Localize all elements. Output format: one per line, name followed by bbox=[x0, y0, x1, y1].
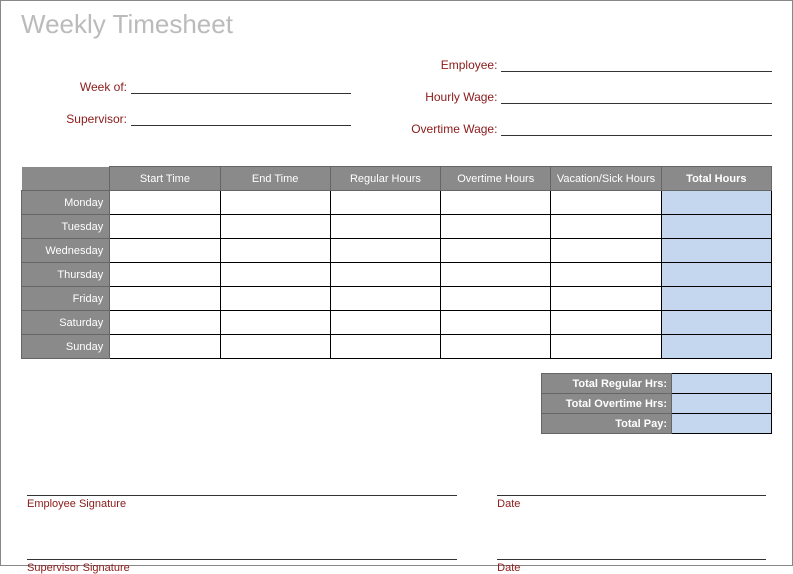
total-cell[interactable] bbox=[661, 215, 771, 239]
day-label: Wednesday bbox=[22, 239, 110, 263]
total-pay-label: Total Pay: bbox=[542, 414, 672, 434]
col-total-hours: Total Hours bbox=[661, 167, 771, 191]
total-overtime-value[interactable] bbox=[672, 394, 772, 414]
col-end-time: End Time bbox=[220, 167, 330, 191]
col-vacation-sick: Vacation/Sick Hours bbox=[551, 167, 661, 191]
time-cell[interactable] bbox=[551, 239, 661, 263]
signatures-block: Employee Signature Date Supervisor Signa… bbox=[21, 482, 772, 574]
supervisor-label: Supervisor: bbox=[21, 112, 131, 126]
total-cell[interactable] bbox=[661, 263, 771, 287]
time-cell[interactable] bbox=[551, 215, 661, 239]
hourly-wage-label: Hourly Wage: bbox=[351, 90, 501, 104]
time-cell[interactable] bbox=[220, 263, 330, 287]
time-cell[interactable] bbox=[441, 311, 551, 335]
day-label: Saturday bbox=[22, 311, 110, 335]
time-cell[interactable] bbox=[220, 215, 330, 239]
time-cell[interactable] bbox=[441, 215, 551, 239]
time-cell[interactable] bbox=[441, 263, 551, 287]
time-cell[interactable] bbox=[330, 215, 440, 239]
time-cell[interactable] bbox=[330, 239, 440, 263]
time-cell[interactable] bbox=[441, 239, 551, 263]
time-cell[interactable] bbox=[330, 287, 440, 311]
time-cell[interactable] bbox=[220, 287, 330, 311]
summary-block: Total Regular Hrs: Total Overtime Hrs: T… bbox=[21, 373, 772, 434]
total-cell[interactable] bbox=[661, 287, 771, 311]
time-cell[interactable] bbox=[110, 215, 220, 239]
overtime-wage-label: Overtime Wage: bbox=[351, 122, 501, 136]
time-cell[interactable] bbox=[330, 191, 440, 215]
time-cell[interactable] bbox=[110, 191, 220, 215]
employee-signature-line[interactable] bbox=[27, 482, 457, 496]
day-label: Monday bbox=[22, 191, 110, 215]
total-overtime-label: Total Overtime Hrs: bbox=[542, 394, 672, 414]
time-cell[interactable] bbox=[330, 263, 440, 287]
time-cell[interactable] bbox=[220, 191, 330, 215]
table-row: Saturday bbox=[22, 311, 772, 335]
time-cell[interactable] bbox=[220, 335, 330, 359]
total-cell[interactable] bbox=[661, 191, 771, 215]
table-row: Monday bbox=[22, 191, 772, 215]
time-cell[interactable] bbox=[330, 311, 440, 335]
time-cell[interactable] bbox=[110, 239, 220, 263]
table-row: Friday bbox=[22, 287, 772, 311]
time-cell[interactable] bbox=[110, 311, 220, 335]
time-cell[interactable] bbox=[551, 191, 661, 215]
time-cell[interactable] bbox=[220, 311, 330, 335]
overtime-wage-input[interactable] bbox=[501, 118, 772, 136]
time-cell[interactable] bbox=[220, 239, 330, 263]
supervisor-date-label: Date bbox=[497, 562, 766, 574]
total-cell[interactable] bbox=[661, 311, 771, 335]
employee-signature-label: Employee Signature bbox=[27, 498, 457, 510]
page-title: Weekly Timesheet bbox=[21, 9, 772, 40]
total-cell[interactable] bbox=[661, 335, 771, 359]
time-cell[interactable] bbox=[551, 335, 661, 359]
table-row: Sunday bbox=[22, 335, 772, 359]
col-regular-hours: Regular Hours bbox=[330, 167, 440, 191]
table-row: Thursday bbox=[22, 263, 772, 287]
day-label: Thursday bbox=[22, 263, 110, 287]
supervisor-input[interactable] bbox=[131, 108, 351, 126]
time-cell[interactable] bbox=[110, 263, 220, 287]
table-corner bbox=[22, 167, 110, 191]
time-cell[interactable] bbox=[551, 263, 661, 287]
day-label: Tuesday bbox=[22, 215, 110, 239]
time-cell[interactable] bbox=[441, 287, 551, 311]
total-regular-label: Total Regular Hrs: bbox=[542, 374, 672, 394]
employee-input[interactable] bbox=[501, 54, 772, 72]
table-row: Tuesday bbox=[22, 215, 772, 239]
time-cell[interactable] bbox=[551, 311, 661, 335]
employee-date-line[interactable] bbox=[497, 482, 766, 496]
supervisor-signature-label: Supervisor Signature bbox=[27, 562, 457, 574]
header-fields: Week of: Supervisor: Employee: Hourly Wa… bbox=[21, 50, 772, 146]
total-pay-value[interactable] bbox=[672, 414, 772, 434]
day-label: Friday bbox=[22, 287, 110, 311]
table-row: Wednesday bbox=[22, 239, 772, 263]
day-label: Sunday bbox=[22, 335, 110, 359]
time-cell[interactable] bbox=[551, 287, 661, 311]
week-of-input[interactable] bbox=[131, 76, 351, 94]
col-start-time: Start Time bbox=[110, 167, 220, 191]
col-overtime-hours: Overtime Hours bbox=[441, 167, 551, 191]
employee-label: Employee: bbox=[351, 58, 501, 72]
supervisor-signature-line[interactable] bbox=[27, 546, 457, 560]
time-cell[interactable] bbox=[330, 335, 440, 359]
time-cell[interactable] bbox=[441, 335, 551, 359]
time-cell[interactable] bbox=[110, 287, 220, 311]
total-regular-value[interactable] bbox=[672, 374, 772, 394]
employee-date-label: Date bbox=[497, 498, 766, 510]
time-cell[interactable] bbox=[441, 191, 551, 215]
hourly-wage-input[interactable] bbox=[501, 86, 772, 104]
time-cell[interactable] bbox=[110, 335, 220, 359]
timesheet-table: Start Time End Time Regular Hours Overti… bbox=[21, 166, 772, 359]
total-cell[interactable] bbox=[661, 239, 771, 263]
week-of-label: Week of: bbox=[21, 80, 131, 94]
supervisor-date-line[interactable] bbox=[497, 546, 766, 560]
